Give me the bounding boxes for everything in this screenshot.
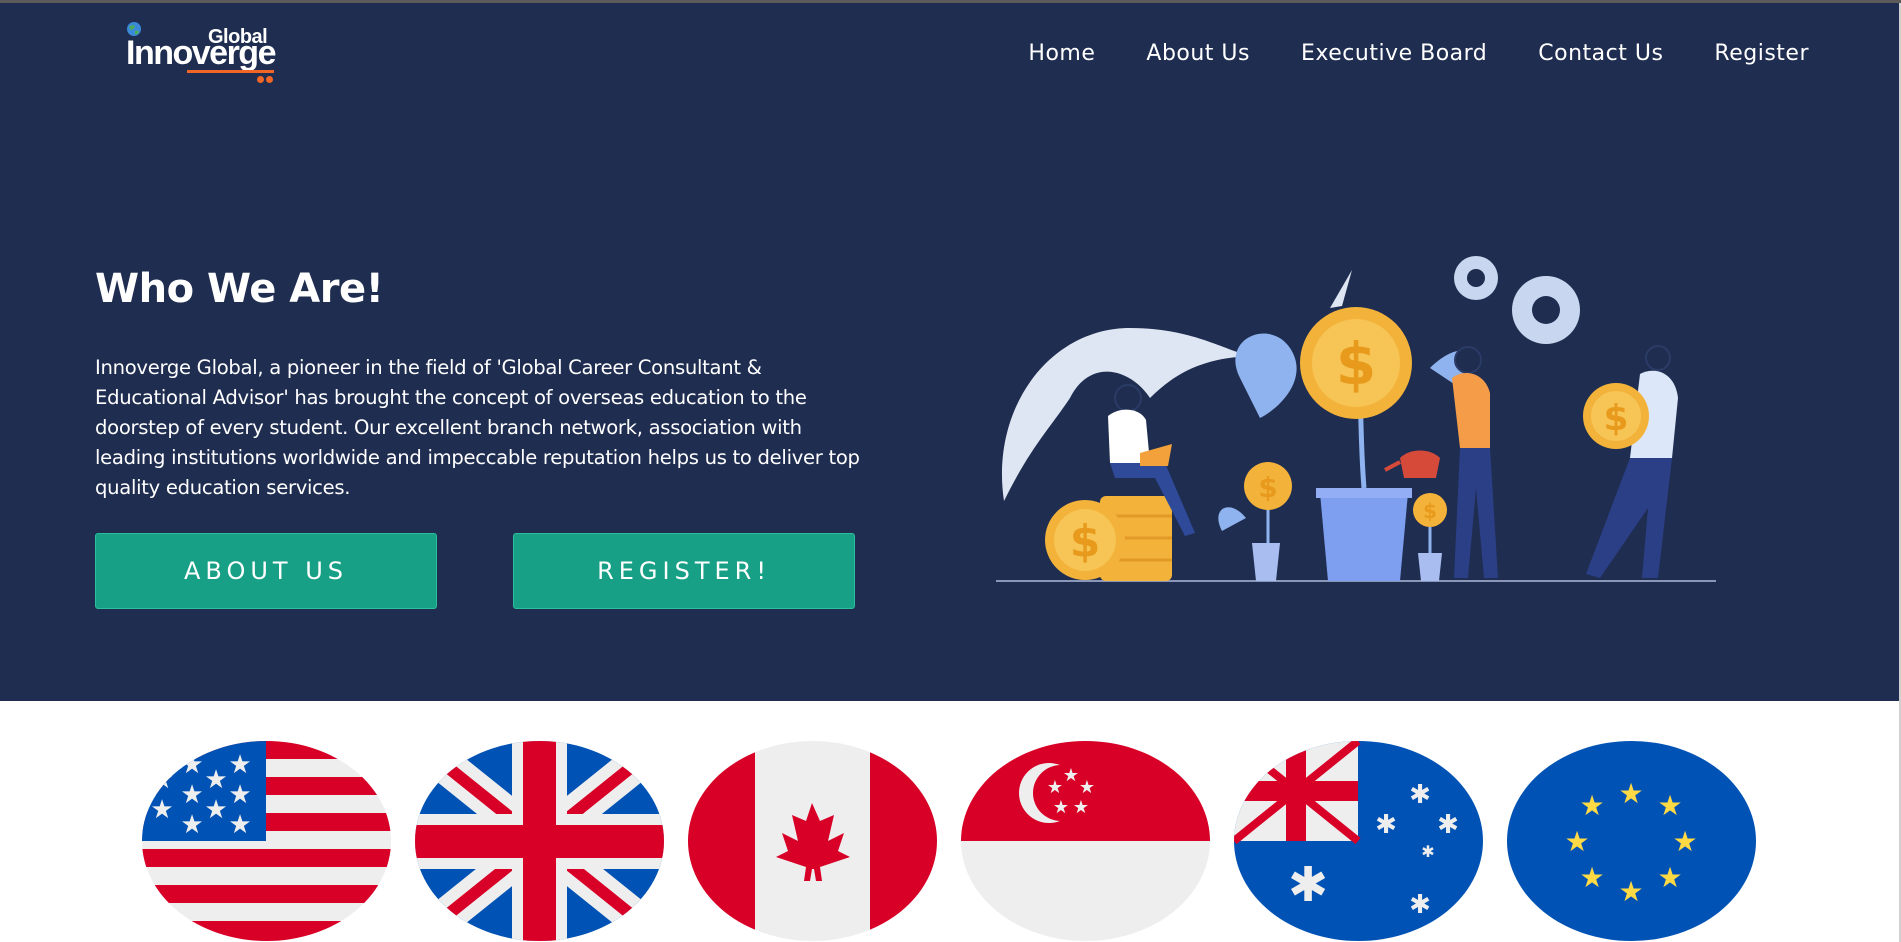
svg-text:★: ★ (1657, 789, 1682, 822)
site-logo[interactable]: Global Innoverge (124, 19, 284, 85)
svg-text:✱: ✱ (1409, 890, 1431, 920)
main-nav: Home About Us Executive Board Contact Us… (1028, 41, 1809, 66)
svg-text:✱: ✱ (1421, 842, 1434, 861)
nav-contact-us[interactable]: Contact Us (1538, 41, 1663, 66)
svg-text:★: ★ (1579, 789, 1604, 822)
svg-text:✱: ✱ (1437, 810, 1459, 840)
svg-text:✱: ✱ (1288, 857, 1328, 913)
svg-text:★: ★ (150, 795, 173, 825)
svg-text:★: ★ (150, 765, 173, 795)
logo-name-text: Innoverge (126, 34, 276, 72)
singapore-flag-icon[interactable]: ★★ ★★ ★ (961, 741, 1210, 941)
svg-text:★: ★ (228, 780, 251, 810)
svg-text:★: ★ (228, 750, 251, 780)
svg-text:✱: ✱ (1409, 780, 1431, 810)
svg-text:★: ★ (180, 780, 203, 810)
country-flags-row: ★ ★ ★ ★ ★ ★ ★ ★ ★ ★ ★ ★ ★ ★ ★ ✱ ✱ ✱ ✱ ✱ … (0, 701, 1899, 942)
svg-text:$: $ (1423, 499, 1437, 523)
svg-text:★: ★ (1047, 777, 1063, 798)
svg-text:★: ★ (1579, 861, 1604, 894)
svg-text:$: $ (1336, 330, 1376, 398)
people-growing-money-plants-illustration: $ $ $ $ $ (996, 256, 1716, 582)
svg-text:$: $ (1070, 516, 1101, 567)
logo-underline (187, 70, 274, 73)
svg-text:★: ★ (1672, 825, 1697, 858)
svg-text:★: ★ (1079, 777, 1095, 798)
svg-text:★: ★ (1053, 797, 1069, 818)
hero-description: Innoverge Global, a pioneer in the field… (95, 356, 860, 499)
svg-text:$: $ (1603, 398, 1628, 439)
svg-text:★: ★ (1657, 861, 1682, 894)
svg-text:★: ★ (228, 810, 251, 840)
nav-about-us[interactable]: About Us (1146, 41, 1250, 66)
eu-flag-icon[interactable]: ★ ★ ★ ★ ★ ★ ★ ★ (1507, 741, 1756, 941)
svg-text:★: ★ (204, 765, 227, 795)
svg-text:★: ★ (1063, 765, 1079, 786)
logo-dot (266, 76, 273, 83)
nav-home[interactable]: Home (1028, 41, 1095, 66)
svg-text:★: ★ (180, 750, 203, 780)
svg-text:★: ★ (180, 810, 203, 840)
about-us-button[interactable]: ABOUT US (95, 533, 437, 609)
svg-text:$: $ (1258, 471, 1277, 504)
australia-flag-icon[interactable]: ✱ ✱ ✱ ✱ ✱ ✱ (1234, 741, 1483, 941)
canada-flag-icon[interactable] (688, 741, 937, 941)
svg-text:★: ★ (1618, 777, 1643, 810)
svg-text:★: ★ (1073, 797, 1089, 818)
svg-text:★: ★ (204, 795, 227, 825)
hero-title: Who We Are! (95, 266, 384, 312)
register-button[interactable]: REGISTER! (513, 533, 855, 609)
usa-flag-icon[interactable]: ★ ★ ★ ★ ★ ★ ★ ★ ★★ (142, 741, 391, 941)
gear-icon-large (1512, 276, 1580, 344)
svg-text:★: ★ (1618, 875, 1643, 908)
logo-dot (257, 76, 264, 83)
svg-text:★: ★ (1564, 825, 1589, 858)
nav-executive-board[interactable]: Executive Board (1301, 41, 1487, 66)
nav-register[interactable]: Register (1714, 41, 1809, 66)
svg-text:✱: ✱ (1375, 810, 1397, 840)
hero-section: Global Innoverge Home About Us Executive… (0, 3, 1899, 701)
gear-icon-small (1454, 256, 1498, 300)
uk-flag-icon[interactable] (415, 741, 664, 941)
